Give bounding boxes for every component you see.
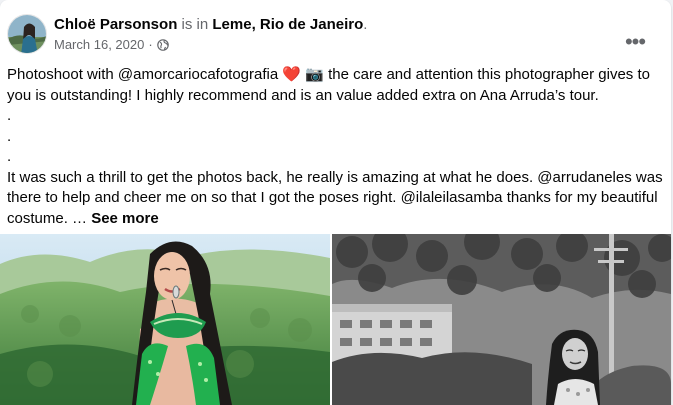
location-link[interactable]: Leme, Rio de Janeiro xyxy=(212,16,363,33)
heart-emoji: ❤️ xyxy=(282,66,302,83)
camera-emoji: 📷 xyxy=(305,66,324,83)
dot-line: . xyxy=(7,127,12,145)
post-meta: March 16, 2020 · xyxy=(54,37,169,53)
photo-grid xyxy=(0,234,671,405)
more-options-icon[interactable]: ••• xyxy=(617,29,653,54)
post-card: Chloë Parsonson is in Leme, Rio de Janei… xyxy=(0,0,671,405)
photo-bw-portrait[interactable] xyxy=(332,234,671,405)
message-text-1a: Photoshoot with @amorcariocafotografia xyxy=(7,66,283,83)
is-in-label: is in xyxy=(181,16,209,33)
see-more-link[interactable]: See more xyxy=(91,210,159,227)
post-header: Chloë Parsonson is in Leme, Rio de Janei… xyxy=(7,14,671,56)
globe-icon[interactable] xyxy=(156,39,169,51)
author-line: Chloë Parsonson is in Leme, Rio de Janei… xyxy=(54,15,367,35)
post-message: Photoshoot with @amorcariocafotografia ❤… xyxy=(7,65,667,229)
period: . xyxy=(363,16,368,33)
dot-line: . xyxy=(7,107,12,124)
message-paragraph-2: It was such a thrill to get the photos b… xyxy=(7,168,667,230)
avatar[interactable] xyxy=(7,14,47,54)
post-date[interactable]: March 16, 2020 xyxy=(54,37,144,53)
author-name[interactable]: Chloë Parsonson xyxy=(54,16,177,33)
meta-separator: · xyxy=(148,37,153,52)
photo-color-portrait[interactable] xyxy=(0,234,330,405)
dot-line: . xyxy=(7,148,12,165)
message-paragraph-1: Photoshoot with @amorcariocafotografia ❤… xyxy=(7,65,667,106)
